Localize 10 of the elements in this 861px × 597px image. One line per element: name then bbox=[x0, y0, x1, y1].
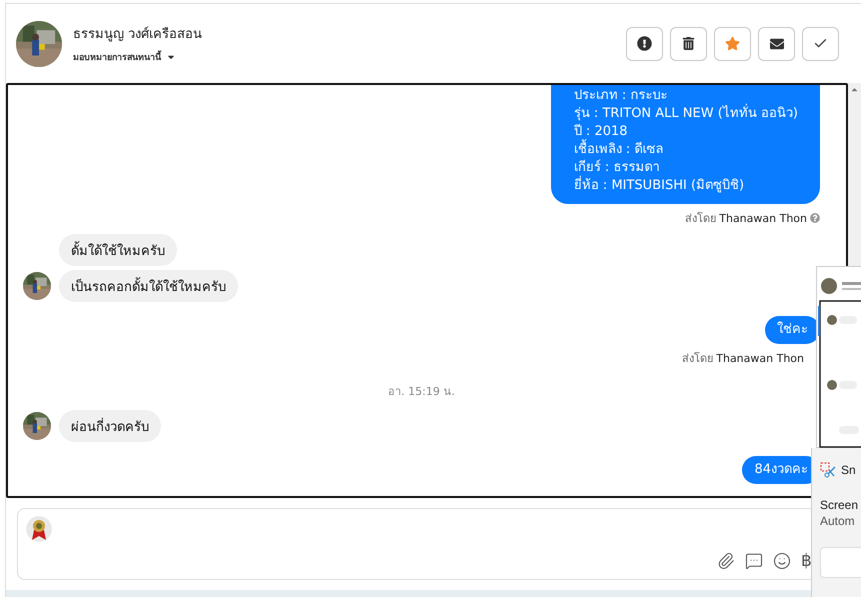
message-bubble: ประเภท : กระบะ รุ่น : TRITON ALL NEW (ไททั่น ออนิว) ปี : 2018 เชื้อเพลิง : ดีเซล เกียร์ : ธรรมดา ยี่ห้อ : MITSUBISHI (มิตซูบิชิ) bbox=[550, 85, 820, 204]
message-bubble: ดั้มใด้ใช้ใหมครับ bbox=[59, 234, 177, 266]
sender-label: ส่งโดย Thanawan Thon bbox=[682, 351, 804, 367]
timestamp: อา. 15:19 น. bbox=[388, 384, 455, 400]
sender-label: ส่งโดย Thanawan Thon bbox=[684, 211, 807, 227]
app-name: Sn bbox=[841, 463, 856, 477]
message-bubble: เป็นรถคอกดั้มใด้ใช้ใหมครับ bbox=[59, 270, 238, 302]
contact-name: ธรรมนูญ วงศ์เครือสอน bbox=[73, 26, 204, 44]
message-bubble: ผ่อนกี่งวดครับ bbox=[59, 410, 161, 442]
notification-text: Autom bbox=[820, 514, 855, 528]
